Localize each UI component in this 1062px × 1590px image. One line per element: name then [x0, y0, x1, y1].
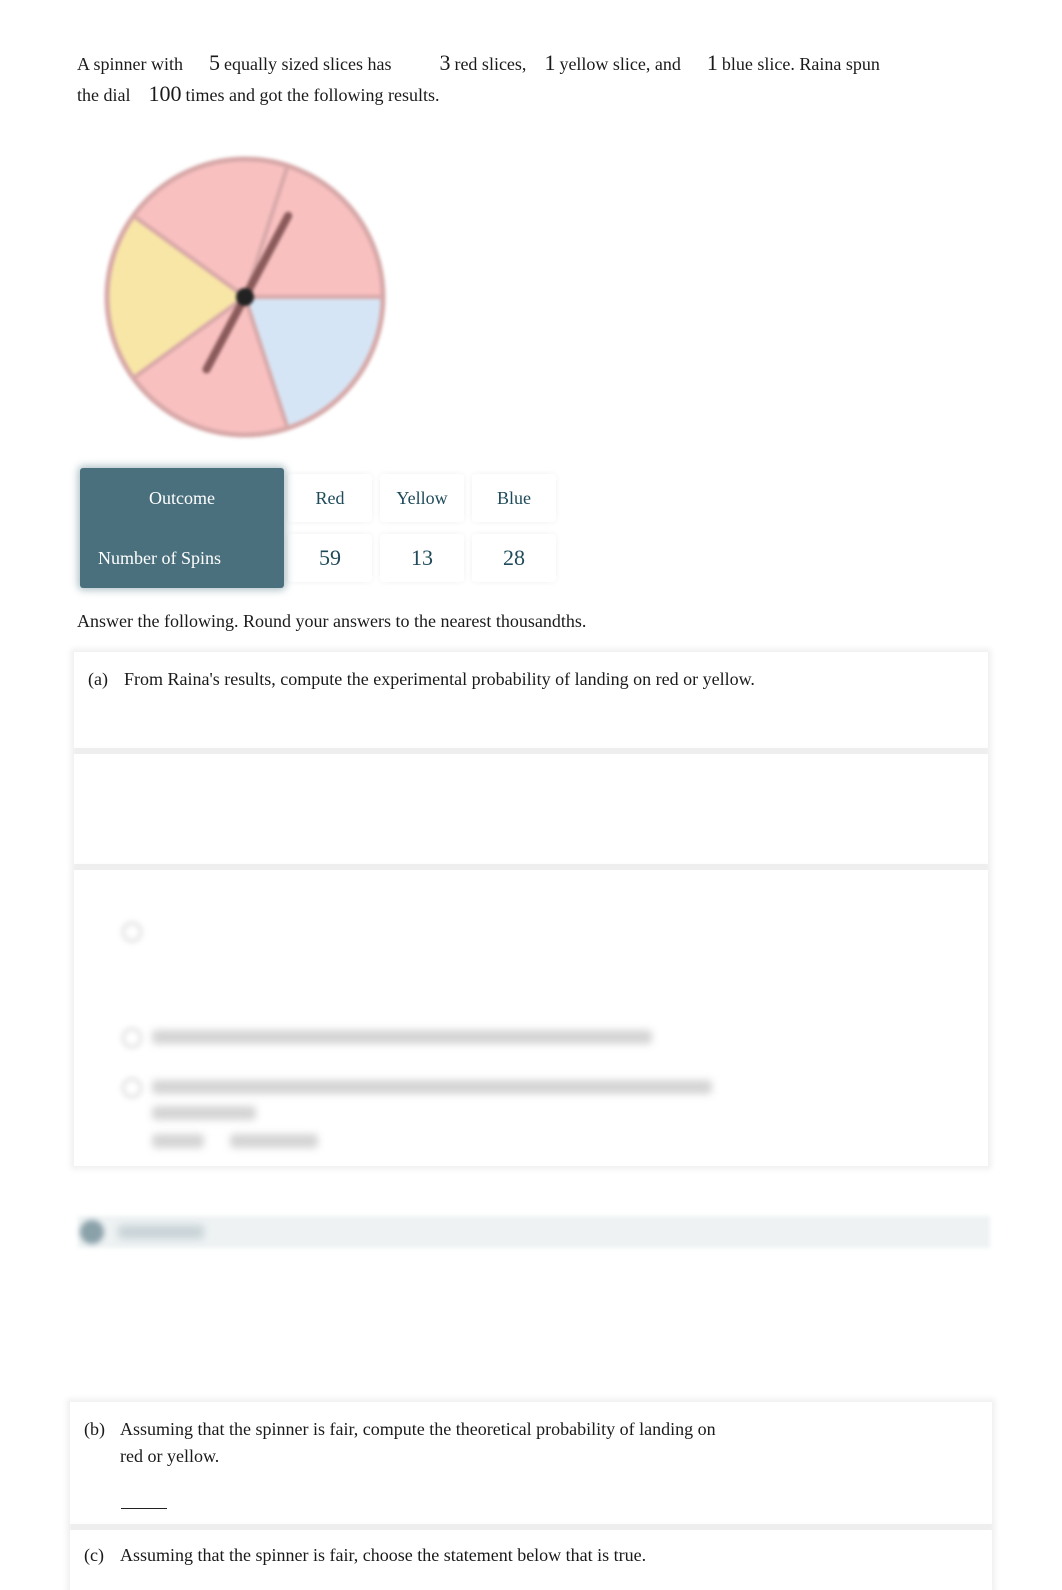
blue-slices-value: 1: [706, 50, 718, 75]
spinner-graphic: [104, 156, 386, 438]
obscured-option-text: [230, 1134, 318, 1148]
question-b-panel: (b) Assuming that the spinner is fair, c…: [70, 1402, 992, 1524]
question-b-letter: (b): [84, 1419, 105, 1439]
spins-header: Number of Spins: [98, 547, 221, 568]
intro-text: the dial: [77, 85, 131, 105]
results-table: Outcome Red Yellow Blue Number of Spins …: [80, 468, 560, 588]
obscured-feedback-label: [118, 1225, 204, 1239]
obscured-feedback-bar: [78, 1216, 990, 1248]
count-red: 59: [288, 534, 372, 582]
obscured-radio[interactable]: [122, 1078, 142, 1098]
intro-text: equally sized slices has: [224, 54, 392, 74]
question-c: (c) Assuming that the spinner is fair, c…: [84, 1542, 920, 1569]
question-a-panel: (a) From Raina's results, compute the ex…: [74, 652, 988, 748]
question-c-letter: (c): [84, 1545, 104, 1565]
total-slices-value: 5: [209, 50, 220, 75]
intro-text: yellow slice, and: [559, 54, 681, 74]
outcome-header: Outcome: [149, 487, 215, 508]
yellow-slices-value: 1: [544, 50, 556, 75]
obscured-radio[interactable]: [122, 1028, 142, 1048]
obscured-option-text: [152, 1134, 204, 1148]
feedback-icon: [80, 1220, 104, 1244]
obscured-option-text: [152, 1080, 712, 1094]
instructions: Answer the following. Round your answers…: [77, 611, 587, 631]
intro-text: red slices,: [454, 54, 527, 74]
question-a: (a) From Raina's results, compute the ex…: [88, 666, 924, 693]
question-a-text: From Raina's results, compute the experi…: [124, 669, 755, 689]
answer-b-blank[interactable]: [121, 1508, 167, 1509]
intro-text: A spinner with: [77, 54, 183, 74]
intro-text: blue slice. Raina spun: [721, 54, 880, 74]
question-b: (b) Assuming that the spinner is fair, c…: [84, 1416, 740, 1470]
question-c-panel: (c) Assuming that the spinner is fair, c…: [70, 1530, 992, 1590]
red-slices-value: 3: [439, 50, 451, 75]
obscured-option-text: [152, 1030, 652, 1044]
answer-area-panel[interactable]: [74, 754, 988, 864]
question-b-text: Assuming that the spinner is fair, compu…: [120, 1419, 716, 1466]
count-yellow: 13: [380, 534, 464, 582]
spins-value: 100: [148, 81, 182, 106]
spinner-image: [100, 152, 390, 442]
obscured-panel: [74, 870, 988, 1166]
obscured-radio[interactable]: [122, 922, 142, 942]
outcome-blue: Blue: [472, 474, 556, 522]
problem-statement: A spinner with 5 equally sized slices has 3…: [77, 48, 957, 110]
intro-text: times and got the following results.: [185, 85, 440, 105]
outcome-red: Red: [288, 474, 372, 522]
obscured-option-text: [152, 1106, 256, 1120]
question-a-letter: (a): [88, 669, 108, 689]
outcome-yellow: Yellow: [380, 474, 464, 522]
spinner-hub: [236, 288, 254, 306]
count-blue: 28: [472, 534, 556, 582]
question-c-text: Assuming that the spinner is fair, choos…: [120, 1545, 647, 1565]
